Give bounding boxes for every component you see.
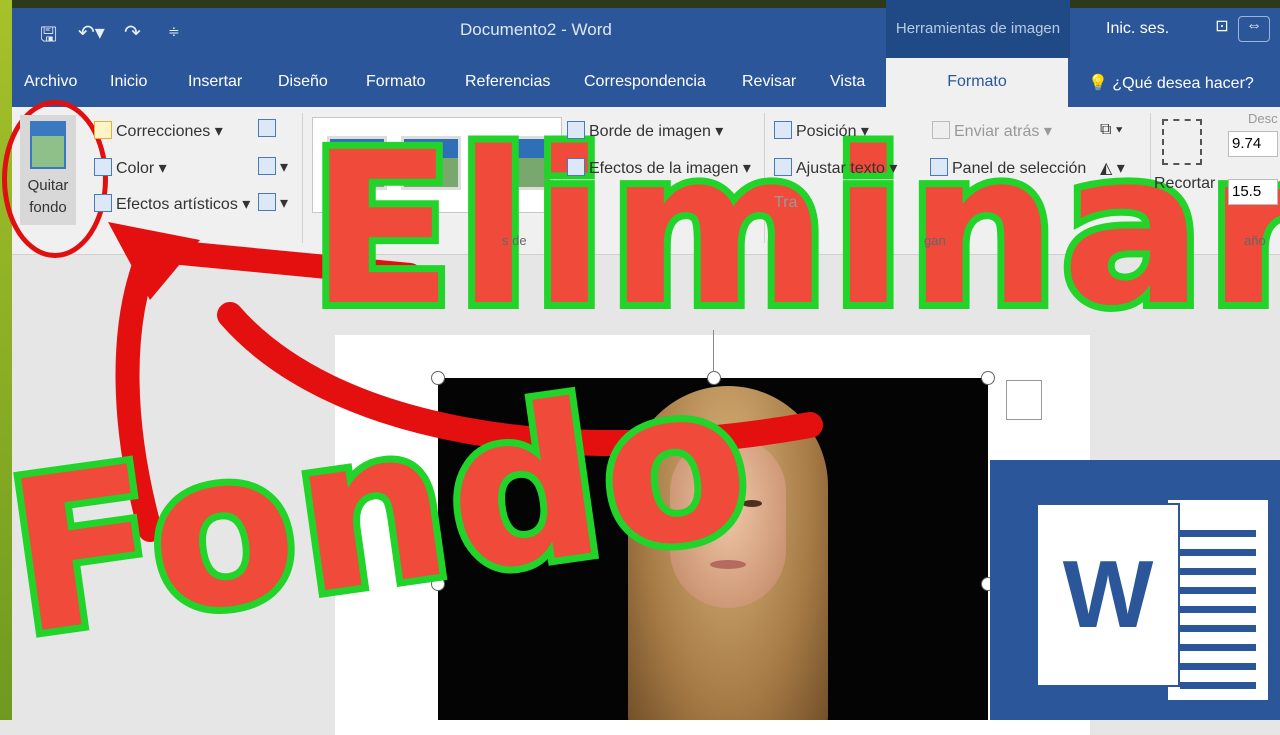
tab-archivo[interactable]: Archivo <box>24 73 77 91</box>
color-icon <box>94 158 112 176</box>
artistic-label: Efectos artísticos <box>116 196 238 213</box>
tell-me-box[interactable]: 💡 ¿Qué desea hacer? <box>1088 73 1254 93</box>
title-bar: 🖫 ↶▾ ↷ ≑ Documento2 - Word Herramientas … <box>12 0 1280 58</box>
send-backward-icon <box>932 121 950 139</box>
crop-button[interactable]: Recortar <box>1154 175 1215 193</box>
word-logo-page <box>1168 500 1268 700</box>
color-button[interactable]: Color ▾ <box>94 158 167 178</box>
photo-face <box>670 438 786 608</box>
document-title: Documento2 - Word <box>460 20 612 39</box>
tab-formato-1[interactable]: Formato <box>366 73 426 91</box>
resize-handle[interactable] <box>707 371 721 385</box>
transparency-label: Tra <box>774 194 798 211</box>
layout-options-icon[interactable] <box>1006 380 1042 420</box>
resize-handle[interactable] <box>981 371 995 385</box>
send-back-label: Enviar atrás <box>954 123 1040 140</box>
rotate-icon[interactable]: ◭ ▾ <box>1100 158 1125 178</box>
crop-icon[interactable] <box>1162 119 1202 165</box>
artistic-effects-button[interactable]: Efectos artísticos ▾ <box>94 194 250 214</box>
effects-icon <box>567 158 585 176</box>
tab-referencias[interactable]: Referencias <box>465 73 550 91</box>
wrap-label: Ajustar texto <box>796 160 885 177</box>
height-field[interactable]: 9.74 <box>1228 131 1278 157</box>
customize-icon[interactable]: ≑ <box>168 23 180 40</box>
picture-border-button[interactable]: Borde de imagen ▾ <box>567 121 723 141</box>
redo-icon[interactable]: ↷ <box>124 20 141 45</box>
style-thumbnail[interactable] <box>327 136 387 190</box>
left-strip <box>0 0 12 720</box>
effects-label: Efectos de la imagen <box>589 160 739 177</box>
position-label: Posición <box>796 123 857 140</box>
divider <box>302 113 303 243</box>
tab-inicio[interactable]: Inicio <box>110 73 147 91</box>
group-icon[interactable]: ⧉ ▾ <box>1100 121 1123 139</box>
send-backward-button[interactable]: Enviar atrás ▾ <box>932 121 1052 141</box>
style-thumbnail[interactable] <box>493 136 553 190</box>
sign-in-link[interactable]: Inic. ses. <box>1106 20 1169 38</box>
picture-styles-gallery[interactable] <box>312 117 562 213</box>
remove-background-icon <box>30 121 66 169</box>
undo-icon[interactable]: ↶▾ <box>78 20 105 45</box>
picture-tools-context: Herramientas de imagen <box>886 0 1070 58</box>
tab-insertar[interactable]: Insertar <box>188 73 242 91</box>
tab-diseno[interactable]: Diseño <box>278 73 328 91</box>
tab-correspondencia[interactable]: Correspondencia <box>584 73 706 91</box>
compress-icon[interactable] <box>258 119 280 139</box>
artistic-effects-icon <box>94 194 112 212</box>
ribbon-tabs: Archivo Inicio Insertar Diseño Formato R… <box>12 58 1280 107</box>
tab-revisar[interactable]: Revisar <box>742 73 796 91</box>
resize-handle[interactable] <box>431 577 445 591</box>
arrange-group-label: gan <box>924 233 946 248</box>
ribbon-display-icon[interactable]: ⊡ <box>1206 16 1238 42</box>
selection-pane-label: Panel de selección <box>952 160 1087 177</box>
corrections-icon <box>94 121 112 139</box>
wrap-text-button[interactable]: Ajustar texto ▾ <box>774 158 897 178</box>
styles-group-label: s de <box>502 233 527 248</box>
rotate-handle-line <box>713 330 714 372</box>
remove-background-button[interactable]: Quitar fondo <box>20 115 76 225</box>
picture-effects-button[interactable]: Efectos de la imagen ▾ <box>567 158 751 178</box>
word-logo-letter: W <box>1038 505 1178 685</box>
position-button[interactable]: Posición ▾ <box>774 121 869 141</box>
selected-picture[interactable] <box>438 378 988 720</box>
lightbulb-icon: 💡 <box>1088 75 1108 92</box>
width-field[interactable]: 15.5 <box>1228 179 1278 205</box>
corrections-label: Correcciones <box>116 123 211 140</box>
remove-bg-label-2: fondo <box>29 199 67 216</box>
change-picture-icon[interactable]: ▾ <box>258 157 288 177</box>
divider <box>764 113 765 243</box>
size-group-label: año <box>1244 233 1266 248</box>
position-icon <box>774 121 792 139</box>
tab-vista[interactable]: Vista <box>830 73 865 91</box>
border-icon <box>567 121 585 139</box>
border-label: Borde de imagen <box>589 123 711 140</box>
divider <box>1150 113 1151 243</box>
selection-pane-icon <box>930 158 948 176</box>
tab-formato-picture[interactable]: Formato <box>886 58 1068 107</box>
color-label: Color <box>116 160 155 177</box>
corrections-button[interactable]: Correcciones ▾ <box>94 121 223 141</box>
wrap-text-icon <box>774 158 792 176</box>
resize-handle[interactable] <box>431 371 445 385</box>
style-thumbnail[interactable] <box>401 136 461 190</box>
save-icon[interactable]: 🖫 <box>40 20 57 54</box>
remove-bg-label-1: Quitar <box>27 177 69 194</box>
reset-picture-icon[interactable]: ▾ <box>258 193 288 213</box>
selection-pane-button[interactable]: Panel de selección <box>930 158 1086 178</box>
description-label: Desc <box>1248 111 1278 126</box>
transparency-button[interactable]: Tra <box>774 194 797 212</box>
restore-icon[interactable]: ⇔ <box>1238 16 1270 42</box>
tell-me-text: ¿Qué desea hacer? <box>1112 75 1254 92</box>
word-logo: W <box>990 460 1280 720</box>
